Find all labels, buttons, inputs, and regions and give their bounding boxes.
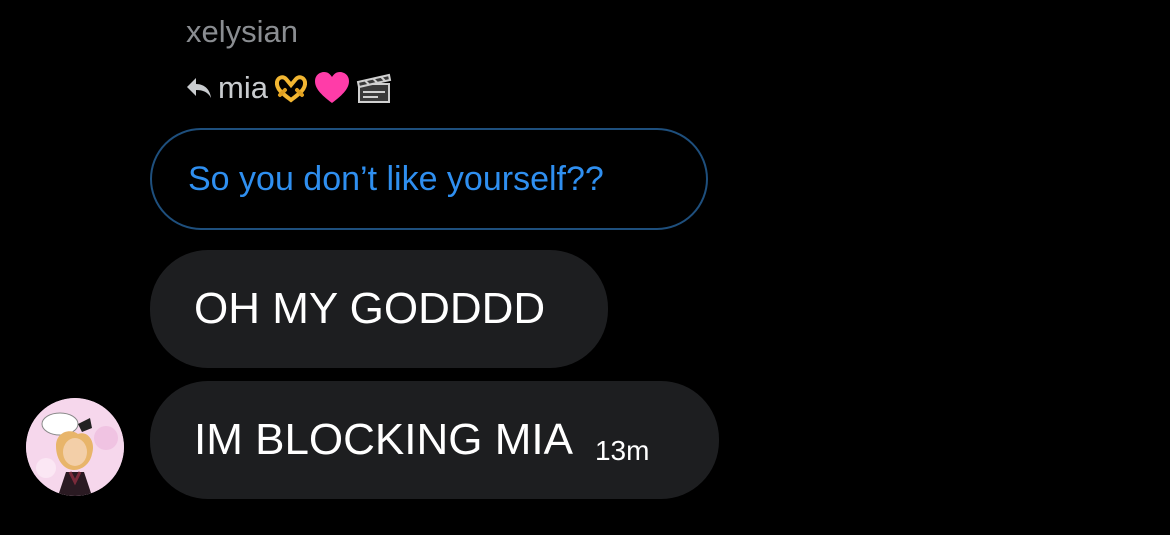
avatar-image [26,398,124,496]
clapper-board-icon [356,72,392,104]
user-avatar[interactable] [26,398,124,496]
heart-hands-icon [274,73,308,103]
message-bubble[interactable]: IM BLOCKING MIA 13m [150,381,719,499]
message-text: IM BLOCKING MIA [194,415,573,464]
reply-arrow-icon [187,78,211,98]
message-bubble[interactable]: OH MY GODDDD [150,250,608,368]
message-text: OH MY GODDDD [194,284,546,333]
reply-indicator[interactable]: mia [186,68,392,108]
pink-heart-icon [314,71,350,105]
message-timestamp: 13m [594,435,650,466]
sender-name: xelysian [186,14,298,49]
reply-target-name: mia [218,70,268,105]
quoted-message[interactable]: So you don’t like yourself?? [150,128,708,230]
